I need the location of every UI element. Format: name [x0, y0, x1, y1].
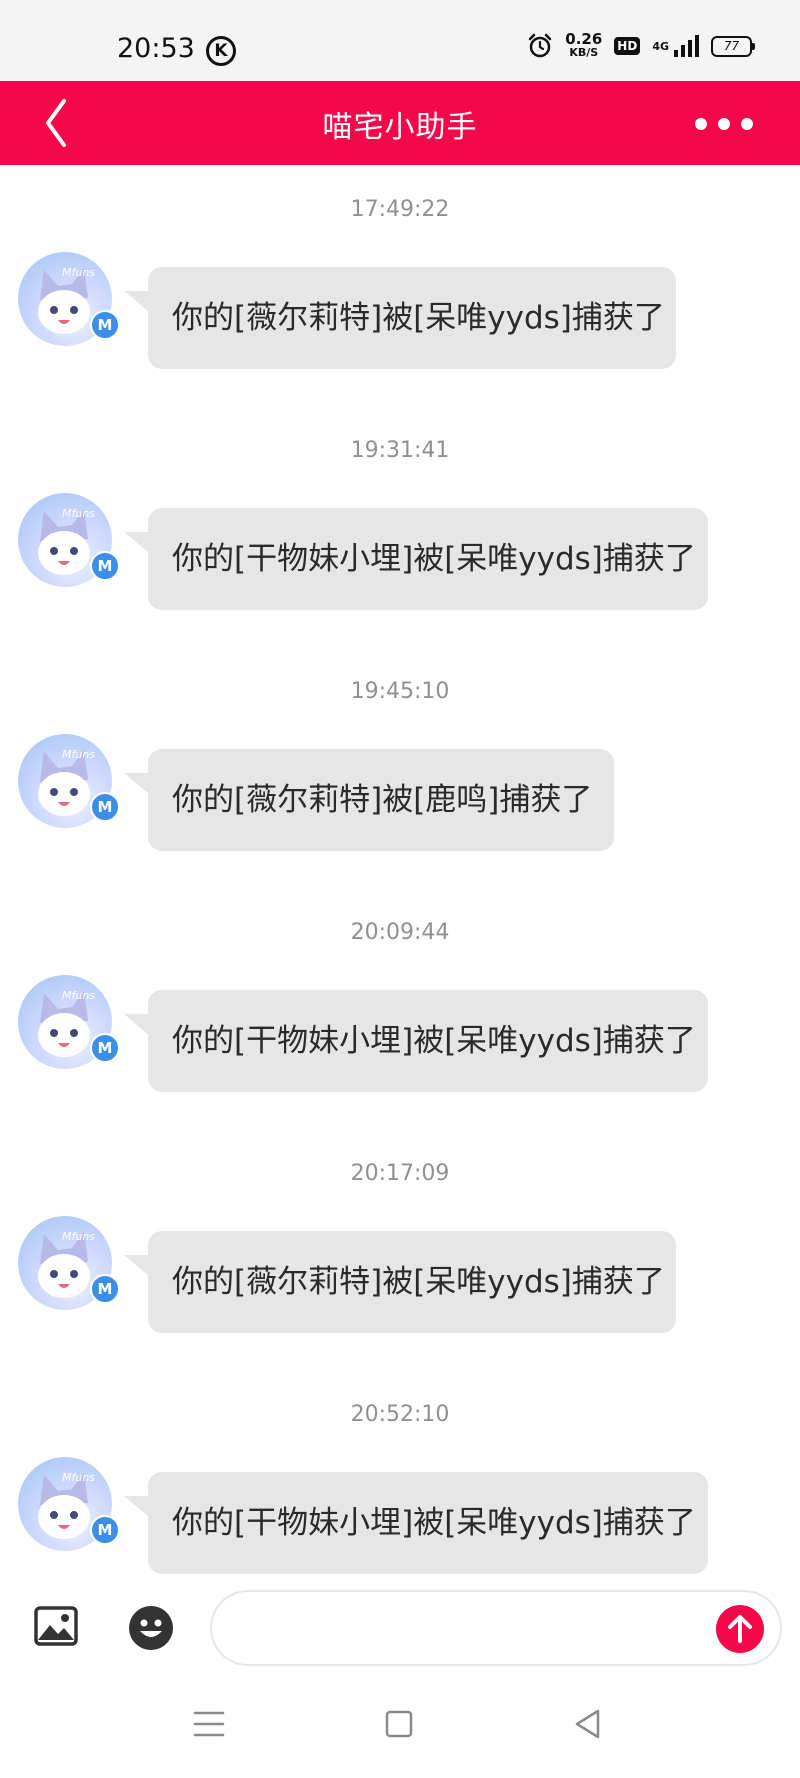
- hd-badge: HD: [614, 37, 641, 55]
- signal-label: 4G: [652, 39, 669, 53]
- message-timestamp: 19:31:41: [350, 438, 450, 463]
- input-bar: [0, 1578, 800, 1674]
- message-item: 17:49:22 Mfuns M 你的[薇尔莉特]被[呆唯yyds]捕获了: [0, 165, 800, 405]
- send-arrow-icon: [728, 1615, 752, 1643]
- emoji-button[interactable]: [128, 1605, 174, 1651]
- image-button[interactable]: [34, 1606, 78, 1646]
- message-item: 19:31:41 Mfuns M 你的[干物妹小埋]被[呆唯yyds]捕获了: [0, 406, 800, 646]
- more-button[interactable]: [674, 99, 774, 149]
- avatar[interactable]: Mfuns M: [18, 1457, 120, 1551]
- avatar-badge: M: [90, 551, 120, 581]
- avatar-brand-text: Mfuns: [62, 748, 95, 761]
- message-item: 20:17:09 Mfuns M 你的[薇尔莉特]被[呆唯yyds]捕获了: [0, 1129, 800, 1369]
- avatar[interactable]: Mfuns M: [18, 252, 120, 346]
- emoji-icon: [129, 1606, 173, 1650]
- net-speed: 0.26 KB/S: [565, 30, 603, 60]
- signal-icon: [674, 35, 699, 57]
- avatar[interactable]: Mfuns M: [18, 1216, 120, 1310]
- avatar-brand-text: Mfuns: [62, 1230, 95, 1243]
- status-bar: 20:53 K 0.26 KB/S HD 4G 77: [0, 0, 800, 81]
- battery-icon: 77: [711, 35, 755, 57]
- nav-back-button[interactable]: [568, 1704, 608, 1744]
- system-nav-bar: [0, 1674, 800, 1778]
- avatar-badge: M: [90, 792, 120, 822]
- message-timestamp: 19:45:10: [350, 679, 450, 704]
- more-dots-icon: [718, 118, 730, 130]
- avatar[interactable]: Mfuns M: [18, 734, 120, 828]
- net-speed-unit: KB/S: [569, 46, 599, 59]
- net-speed-value: 0.26: [565, 30, 603, 48]
- home-square-icon: [385, 1710, 413, 1738]
- avatar-brand-text: Mfuns: [62, 989, 95, 1002]
- message-timestamp: 20:17:09: [350, 1161, 450, 1186]
- app-header: 喵宅小助手: [0, 81, 800, 165]
- menu-icon: [193, 1711, 225, 1737]
- avatar[interactable]: Mfuns M: [18, 493, 120, 587]
- message-timestamp: 20:09:44: [350, 920, 450, 945]
- menu-button[interactable]: [189, 1704, 229, 1744]
- k-app-icon: K: [206, 36, 236, 66]
- message-input[interactable]: [210, 1590, 782, 1666]
- chat-list[interactable]: 17:49:22 Mfuns M 你的[薇尔莉特]被[呆唯yyds]捕获了 19…: [0, 165, 800, 1578]
- message-bubble[interactable]: 你的[干物妹小埋]被[呆唯yyds]捕获了: [124, 1472, 708, 1574]
- message-timestamp: 20:52:10: [350, 1402, 450, 1427]
- avatar-brand-text: Mfuns: [62, 507, 95, 520]
- avatar[interactable]: Mfuns M: [18, 975, 120, 1069]
- message-bubble[interactable]: 你的[薇尔莉特]被[呆唯yyds]捕获了: [124, 1231, 676, 1333]
- back-triangle-icon: [575, 1709, 600, 1739]
- message-bubble[interactable]: 你的[干物妹小埋]被[呆唯yyds]捕获了: [124, 990, 708, 1092]
- more-dots-icon: [695, 118, 707, 130]
- status-time: 20:53: [117, 33, 195, 64]
- send-button[interactable]: [716, 1605, 764, 1653]
- message-bubble[interactable]: 你的[薇尔莉特]被[鹿鸣]捕获了: [124, 749, 614, 851]
- more-dots-icon: [741, 118, 753, 130]
- avatar-badge: M: [90, 1515, 120, 1545]
- message-bubble[interactable]: 你的[干物妹小埋]被[呆唯yyds]捕获了: [124, 508, 708, 610]
- avatar-brand-text: Mfuns: [62, 266, 95, 279]
- message-item: 20:09:44 Mfuns M 你的[干物妹小埋]被[呆唯yyds]捕获了: [0, 888, 800, 1128]
- avatar-badge: M: [90, 1033, 120, 1063]
- message-item: 20:52:10 Mfuns M 你的[干物妹小埋]被[呆唯yyds]捕获了: [0, 1370, 800, 1610]
- avatar-badge: M: [90, 1274, 120, 1304]
- home-button[interactable]: [379, 1704, 419, 1744]
- message-timestamp: 17:49:22: [350, 197, 450, 222]
- avatar-brand-text: Mfuns: [62, 1471, 95, 1484]
- message-item: 19:45:10 Mfuns M 你的[薇尔莉特]被[鹿鸣]捕获了: [0, 647, 800, 887]
- image-icon: [34, 1606, 78, 1646]
- avatar-badge: M: [90, 310, 120, 340]
- message-bubble[interactable]: 你的[薇尔莉特]被[呆唯yyds]捕获了: [124, 267, 676, 369]
- alarm-icon: [529, 33, 552, 58]
- status-icons: 0.26 KB/S HD 4G 77: [527, 30, 755, 60]
